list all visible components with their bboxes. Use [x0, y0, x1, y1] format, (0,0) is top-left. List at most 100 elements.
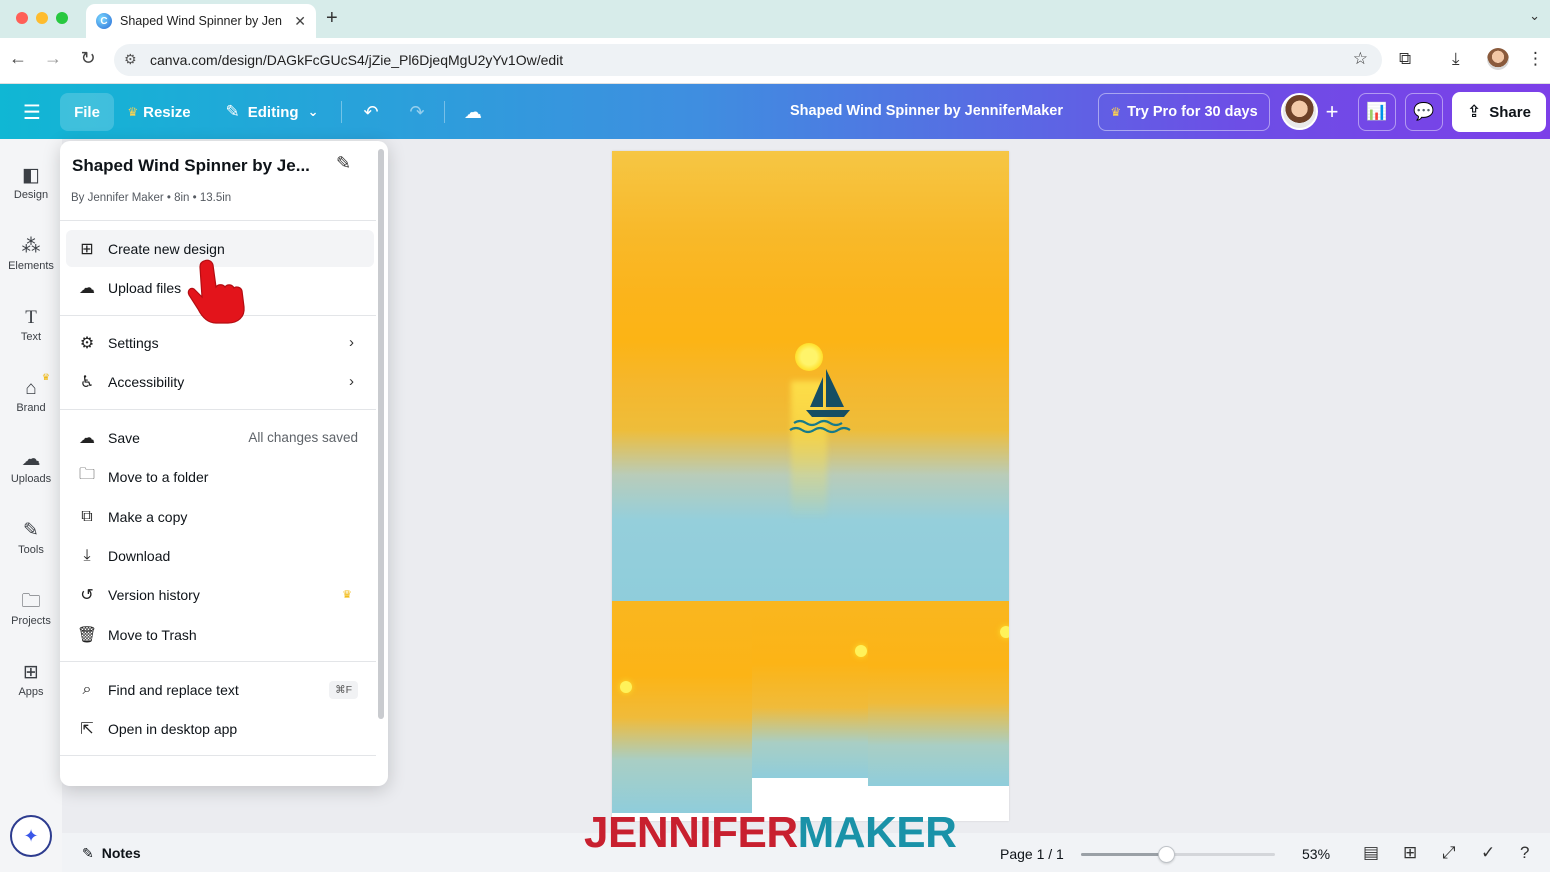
chevron-right-icon: ›	[349, 373, 354, 390]
back-arrow-icon[interactable]: ←	[6, 48, 30, 69]
zoom-slider-handle[interactable]	[1158, 846, 1176, 863]
sailboat-icon[interactable]	[788, 363, 860, 435]
shortcut-badge: ⌘F	[329, 680, 358, 699]
bookmark-star-icon[interactable]: ☆	[1353, 49, 1368, 69]
check-circle-icon[interactable]: ✓	[1481, 843, 1495, 863]
browser-tab[interactable]: C Shaped Wind Spinner by Jen ✕	[86, 4, 316, 38]
editing-mode-button[interactable]: ✎ Editing ⌄	[218, 93, 326, 131]
menu-item-save[interactable]: ☁ Save All changes saved	[66, 419, 374, 456]
menu-item-label: Download	[108, 547, 171, 564]
menu-item-label: Make a copy	[108, 508, 188, 525]
notes-button[interactable]: ✎ Notes	[82, 845, 141, 862]
add-collaborator-icon[interactable]: +	[1316, 93, 1348, 131]
address-bar-row: ← → ↻ ⚙ canva.com/design/DAGkFcGUcS4/jZi…	[0, 38, 1550, 84]
folder-icon: 🗀	[78, 466, 95, 483]
canva-header: ☰ File ♛ Resize ✎ Editing ⌄ ↶ ↷ ☁ Shaped…	[0, 84, 1550, 139]
reload-icon[interactable]: ↻	[76, 48, 100, 69]
sun-graphic	[855, 645, 867, 657]
rail-item-projects[interactable]: 🗀 Projects	[0, 589, 62, 627]
cloud-saved-icon[interactable]: ☁	[455, 93, 491, 131]
download-icon[interactable]: ⤓	[1452, 49, 1460, 69]
fullscreen-icon[interactable]: ⤢	[1442, 843, 1456, 863]
cloud-upload-icon: ☁	[21, 449, 41, 470]
page-view-icon[interactable]: ▤	[1363, 843, 1379, 863]
user-avatar[interactable]	[1281, 93, 1318, 130]
tab-search-chevron-icon[interactable]: ⌄	[1529, 8, 1540, 24]
rail-item-apps[interactable]: ⊞ Apps	[0, 660, 62, 698]
external-link-icon: ⇱	[80, 720, 94, 738]
text-icon: T	[25, 307, 37, 328]
try-pro-button[interactable]: ♛ Try Pro for 30 days	[1098, 93, 1270, 131]
grid-view-icon[interactable]: ⊞	[1403, 843, 1417, 863]
help-icon[interactable]: ?	[1520, 843, 1529, 863]
new-tab-icon[interactable]: +	[326, 7, 338, 30]
page-indicator[interactable]: Page 1 / 1	[1000, 846, 1064, 862]
share-button[interactable]: ⇪ Share	[1452, 92, 1546, 132]
edit-title-pencil-icon[interactable]: ✎	[336, 153, 351, 174]
rail-item-brand[interactable]: ♛ ⌂ Brand	[0, 372, 62, 414]
insights-chart-icon[interactable]: 📊	[1358, 93, 1396, 131]
comment-icon[interactable]: 💬	[1405, 93, 1443, 131]
notes-label: Notes	[101, 845, 141, 861]
redo-icon[interactable]: ↷	[399, 93, 435, 131]
undo-icon[interactable]: ↶	[353, 93, 389, 131]
file-menu-dropdown: Shaped Wind Spinner by Je... ✎ By Jennif…	[60, 141, 388, 786]
file-menu-button[interactable]: File	[60, 93, 114, 131]
menu-item-accessibility[interactable]: ♿ Accessibility ›	[66, 363, 374, 400]
resize-button[interactable]: ♛ Resize	[124, 93, 194, 131]
menu-item-version-history[interactable]: ↺ Version history ♛	[66, 576, 374, 613]
shapes-icon: ⁂	[21, 236, 41, 257]
close-window-button[interactable]	[16, 12, 28, 24]
rail-item-elements[interactable]: ⁂ Elements	[0, 234, 62, 272]
menu-scrollbar[interactable]	[378, 149, 384, 719]
design-page[interactable]	[612, 151, 1009, 821]
rail-label: Text	[20, 331, 42, 343]
magic-assistant-sparkle-icon[interactable]: ✦	[10, 815, 52, 857]
menu-item-make-copy[interactable]: ⧉ Make a copy	[66, 498, 374, 535]
menu-item-settings[interactable]: ⚙ Settings ›	[66, 324, 374, 361]
menu-design-title[interactable]: Shaped Wind Spinner by Je...	[72, 156, 310, 176]
document-title[interactable]: Shaped Wind Spinner by JenniferMaker	[790, 103, 1063, 119]
editing-label: Editing	[247, 103, 299, 121]
sunset-strip-image[interactable]	[752, 601, 868, 778]
zoom-slider[interactable]	[1081, 846, 1275, 863]
menu-item-move-to-folder[interactable]: 🗀 Move to a folder	[66, 458, 374, 495]
resize-label: Resize	[143, 103, 191, 121]
sunset-sky-image[interactable]	[612, 151, 1009, 601]
header-divider	[341, 101, 342, 123]
rail-item-design[interactable]: ◧ Design	[0, 163, 62, 201]
rail-item-uploads[interactable]: ☁ Uploads	[0, 447, 62, 485]
forward-arrow-icon[interactable]: →	[41, 48, 65, 69]
extensions-puzzle-icon[interactable]: ⧉	[1399, 49, 1411, 69]
menu-item-open-desktop-app[interactable]: ⇱ Open in desktop app	[66, 710, 374, 747]
site-settings-icon[interactable]: ⚙	[124, 51, 137, 68]
save-status-text: All changes saved	[248, 430, 358, 445]
rail-item-tools[interactable]: ✎ Tools	[0, 518, 62, 556]
sunset-strip-image[interactable]	[612, 601, 752, 813]
menu-item-move-to-trash[interactable]: 🗑 Move to Trash	[66, 616, 374, 653]
canva-favicon-icon: C	[96, 13, 112, 29]
menu-item-find-replace[interactable]: ⌕ Find and replace text ⌘F	[66, 671, 374, 708]
rail-label: Brand	[16, 402, 46, 414]
zoom-level[interactable]: 53%	[1302, 846, 1330, 862]
rail-label: Tools	[18, 544, 44, 556]
pencil-icon: ✎	[225, 102, 240, 121]
browser-profile-avatar[interactable]	[1487, 48, 1509, 70]
design-meta-info: By Jennifer Maker • 8in • 13.5in	[71, 192, 232, 204]
hamburger-menu-icon[interactable]: ☰	[14, 93, 50, 131]
sunset-strip-image[interactable]	[868, 601, 1009, 786]
menu-item-label: Accessibility	[108, 373, 185, 390]
notes-icon: ✎	[82, 845, 94, 861]
chevron-right-icon: ›	[349, 334, 354, 351]
browser-menu-icon[interactable]: ⋮	[1527, 49, 1544, 69]
tab-close-icon[interactable]: ✕	[294, 13, 306, 30]
rail-item-text[interactable]: T Text	[0, 305, 62, 343]
watermark-part-1: JENNIFER	[584, 808, 798, 857]
menu-item-label: Move to a folder	[108, 468, 209, 485]
url-field[interactable]: ⚙ canva.com/design/DAGkFcGUcS4/jZie_Pl6D…	[114, 44, 1382, 76]
rail-label: Uploads	[10, 473, 52, 485]
crown-icon: ♛	[127, 105, 139, 119]
minimize-window-button[interactable]	[36, 12, 48, 24]
maximize-window-button[interactable]	[56, 12, 68, 24]
menu-item-download[interactable]: ⤓ Download	[66, 537, 374, 574]
